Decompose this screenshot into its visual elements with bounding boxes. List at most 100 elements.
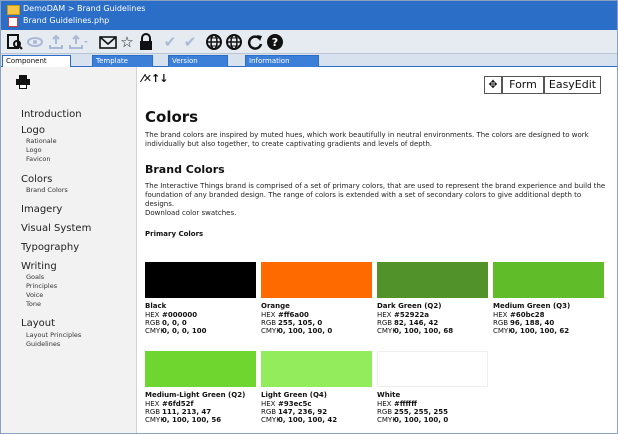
upload-dropdown-icon[interactable] xyxy=(67,33,88,51)
swatch-rgb-label: RGB xyxy=(145,408,161,416)
swatch-hex: HEX #93ec5c xyxy=(261,400,312,408)
help-icon[interactable]: ? xyxy=(266,33,284,51)
swatch-hex-label: HEX xyxy=(145,400,160,408)
file-name: Brand Guidelines.php xyxy=(23,16,110,25)
swatch-hex: HEX #60bc28 xyxy=(493,311,545,319)
sidebar-item-visual-system[interactable]: Visual System xyxy=(21,223,91,234)
swatch-name: Orange xyxy=(261,302,290,310)
tab-component[interactable]: Component xyxy=(2,55,71,67)
sidebar-item-logo[interactable]: Logo xyxy=(21,125,45,136)
swatch-rgb-value: 255, 105, 0 xyxy=(278,319,323,327)
eye-icon[interactable] xyxy=(26,33,44,51)
sidebar-item-typography[interactable]: Typography xyxy=(21,242,79,253)
sidebar-subitem-favicon[interactable]: Favicon xyxy=(26,155,50,163)
easyedit-button[interactable]: EasyEdit xyxy=(544,76,601,94)
edit-toolbar[interactable]: ⁄✕↑↓ xyxy=(142,72,168,85)
swatch-name: Dark Green (Q2) xyxy=(377,302,442,310)
swatch-cmyk-value: 0, 100, 100, 42 xyxy=(278,416,338,424)
swatch-hex-value: #000000 xyxy=(162,311,198,319)
swatch-rgb-label: RGB xyxy=(377,408,393,416)
sidebar-subitem-voice[interactable]: Voice xyxy=(26,291,43,299)
globe-icon[interactable] xyxy=(205,33,223,51)
swatch-cmyk: CMYK0, 100, 100, 56 xyxy=(145,416,221,424)
swatch-rgb-value: 0, 0, 0 xyxy=(162,319,187,327)
swatch-hex: HEX #52922a xyxy=(377,311,429,319)
swatch-rgb: RGB 255, 255, 255 xyxy=(377,408,448,416)
print-icon[interactable] xyxy=(16,75,30,89)
mail-icon[interactable] xyxy=(99,33,117,51)
check-icon[interactable]: ✔ xyxy=(161,33,179,51)
swatch-rgb-value: 255, 255, 255 xyxy=(394,408,449,416)
page-title: Colors xyxy=(145,108,199,126)
star-icon[interactable]: ☆ xyxy=(118,33,136,51)
tab-version[interactable]: Version xyxy=(168,55,228,67)
swatch-name: Light Green (Q4) xyxy=(261,391,327,399)
sidebar-item-colors[interactable]: Colors xyxy=(21,174,52,185)
sidebar-subitem-principles[interactable]: Principles xyxy=(26,282,57,290)
sidebar-subitem-rationale[interactable]: Rationale xyxy=(26,137,57,145)
swatch-rgb-label: RGB xyxy=(145,319,161,327)
swatch-cmyk-value: 0, 100, 100, 56 xyxy=(162,416,222,424)
swatch-rgb-label: RGB xyxy=(377,319,393,327)
sidebar-subitem-logo[interactable]: Logo xyxy=(26,146,42,154)
sidebar-subitem-goals[interactable]: Goals xyxy=(26,273,44,281)
swatch-hex-label: HEX xyxy=(261,400,276,408)
swatch-rgb: RGB 0, 0, 0 xyxy=(145,319,187,327)
lock-icon[interactable] xyxy=(137,33,155,51)
move-icon[interactable]: ✥ xyxy=(484,76,502,94)
title-bar: DemoDAM > Brand Guidelines Brand Guideli… xyxy=(1,1,617,30)
swatch-hex: HEX #6fd52f xyxy=(145,400,194,408)
refresh-icon[interactable] xyxy=(246,33,264,51)
color-swatch xyxy=(493,262,604,298)
sidebar-item-writing[interactable]: Writing xyxy=(21,261,57,272)
color-swatch xyxy=(261,262,372,298)
swatch-cmyk-label: CMYK xyxy=(493,327,513,335)
swatch-hex-value: #6fd52f xyxy=(162,400,194,408)
swatch-name: Medium Green (Q3) xyxy=(493,302,571,310)
swatch-hex-value: #ff6a00 xyxy=(278,311,309,319)
approve-dropdown-icon[interactable]: ✔ xyxy=(181,33,199,51)
swatch-cmyk-value: 0, 0, 0, 100 xyxy=(162,327,207,335)
tab-information[interactable]: Information xyxy=(245,55,319,67)
swatch-rgb-value: 147, 236, 92 xyxy=(278,408,328,416)
swatch-hex-value: #52922a xyxy=(394,311,429,319)
swatch-cmyk: CMYK0, 100, 100, 62 xyxy=(493,327,569,335)
download-link[interactable]: Download color swatches. xyxy=(145,209,236,218)
color-swatch xyxy=(377,262,488,298)
swatch-cmyk-label: CMYK xyxy=(145,416,165,424)
swatch-cmyk: CMYK0, 100, 100, 0 xyxy=(261,327,332,335)
swatch-rgb-label: RGB xyxy=(493,319,509,327)
swatch-rgb-value: 111, 213, 47 xyxy=(162,408,212,416)
primary-colors-heading: Primary Colors xyxy=(145,230,204,238)
swatch-cmyk-value: 0, 100, 100, 0 xyxy=(278,327,333,335)
breadcrumb[interactable]: DemoDAM > Brand Guidelines xyxy=(23,4,145,13)
sidebar-item-layout[interactable]: Layout xyxy=(21,318,55,329)
sidebar-subitem-tone[interactable]: Tone xyxy=(26,300,41,308)
swatch-name: Medium-Light Green (Q2) xyxy=(145,391,246,399)
swatch-hex: HEX #000000 xyxy=(145,311,197,319)
swatch-cmyk-label: CMYK xyxy=(145,327,165,335)
tab-bar: Component Template Version Information xyxy=(1,54,617,67)
swatch-cmyk-label: CMYK xyxy=(261,327,281,335)
swatch-cmyk-label: CMYK xyxy=(377,416,397,424)
upload-icon[interactable] xyxy=(47,33,65,51)
tab-template[interactable]: Template xyxy=(92,55,153,67)
swatch-rgb-value: 82, 146, 42 xyxy=(394,319,439,327)
sidebar-subitem-guidelines[interactable]: Guidelines xyxy=(26,340,60,348)
swatch-name: White xyxy=(377,391,401,399)
view-icon[interactable] xyxy=(6,33,24,51)
main-content: ⁄✕↑↓ ✥ Form EasyEdit Colors The brand co… xyxy=(138,67,616,433)
swatch-cmyk-value: 0, 100, 100, 68 xyxy=(394,327,454,335)
sidebar-item-imagery[interactable]: Imagery xyxy=(21,204,62,215)
intro-paragraph: The brand colors are inspired by muted h… xyxy=(145,131,589,148)
section-title: Brand Colors xyxy=(145,163,225,176)
sidebar-subitem-layout-principles[interactable]: Layout Principles xyxy=(26,331,81,339)
globe-settings-icon[interactable] xyxy=(225,33,243,51)
sidebar-item-introduction[interactable]: Introduction xyxy=(21,109,82,120)
swatch-hex-label: HEX xyxy=(493,311,508,319)
swatch-name: Black xyxy=(145,302,167,310)
sidebar-subitem-brand-colors[interactable]: Brand Colors xyxy=(26,186,68,194)
swatch-rgb-label: RGB xyxy=(261,319,277,327)
form-button[interactable]: Form xyxy=(502,76,544,94)
swatch-cmyk: CMYK0, 100, 100, 68 xyxy=(377,327,453,335)
